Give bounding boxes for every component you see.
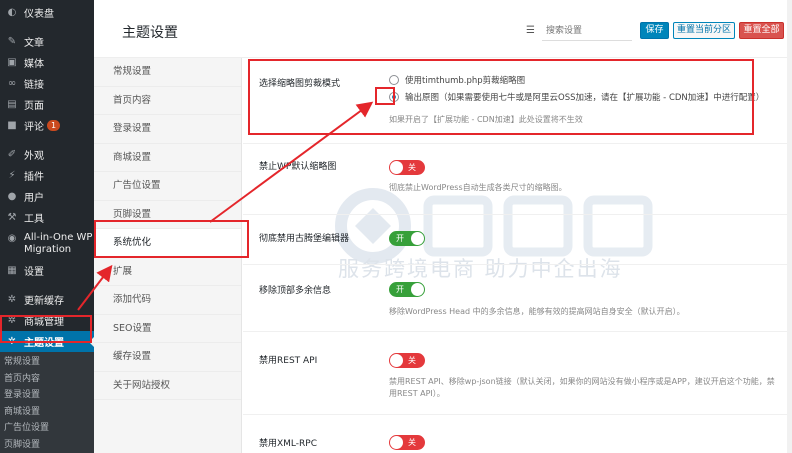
tab-login[interactable]: 登录设置 [94,115,241,144]
submenu-item[interactable]: 登录设置 [0,387,94,404]
head-info-label: 移除顶部多余信息 [259,286,332,296]
head-info-switch[interactable]: 开 [389,282,425,297]
classic-editor-switch[interactable]: 开 [389,231,425,246]
menu-dashboard[interactable]: ◐ 仪表盘 [0,2,94,23]
submenu-item[interactable]: 商城设置 [0,404,94,421]
tab-footer[interactable]: 页脚设置 [94,201,241,229]
tab-shop[interactable]: 商城设置 [94,144,241,172]
disable-thumbs-switch[interactable]: 关 [389,160,425,175]
rest-api-switch[interactable]: 关 [389,353,425,368]
radio-timthumb[interactable] [389,75,399,85]
tab-add-code[interactable]: 添加代码 [94,286,241,315]
menu-pages[interactable]: ▤ 页面 [0,94,94,115]
menu-shop-admin[interactable]: ✲ 商城管理 [0,310,94,331]
gear-icon: ✲ [7,315,17,326]
brush-icon: ✐ [7,149,17,160]
comment-icon: ■ [7,120,17,131]
menu-settings[interactable]: ▦ 设置 [0,260,94,281]
thumb-option-timthumb[interactable]: 使用timthumb.php剪裁缩略图 [389,74,525,86]
reset-section-button[interactable]: 重置当前分区 [673,22,735,39]
menu-appearance[interactable]: ✐ 外观 [0,144,94,165]
media-icon: ▣ [7,57,17,68]
plugin-icon: ⚡ [8,170,16,181]
comment-count-badge: 1 [47,120,61,131]
save-button[interactable]: 保存 [640,22,669,39]
settings-tabs: 常规设置 首页内容 登录设置 商城设置 广告位设置 页脚设置 系统优化 扩展 添… [94,58,242,453]
page-title: 主题设置 [122,25,178,41]
thumb-mode-desc: 如果开启了【扩展功能 - CDN加速】此处设置将不生效 [389,115,583,124]
menu-update-cache[interactable]: ✲ 更新缓存 [0,289,94,310]
link-icon: ∞ [7,78,17,89]
menu-media[interactable]: ▣ 媒体 [0,52,94,73]
xml-rpc-label: 禁用XML-RPC [259,439,317,449]
migration-icon: ◉ [7,232,17,244]
user-icon: ● [7,191,17,202]
thumb-mode-label: 选择缩略图剪裁模式 [259,79,341,89]
submenu-item[interactable]: 首页内容 [0,371,94,388]
radio-original[interactable] [389,92,399,102]
head-info-desc: 移除WordPress Head 中的多余信息，能够有效的提高网站自身安全（默认… [389,307,685,316]
tab-license[interactable]: 关于网站授权 [94,372,241,400]
gear-icon: ✲ [7,294,17,305]
menu-comments[interactable]: ■ 评论 1 [0,115,94,136]
page-icon: ▤ [7,99,17,110]
reset-all-button[interactable]: 重置全部 [739,22,784,39]
menu-migration[interactable]: ◉ All-in-One WP Migration [0,228,94,260]
gear-icon: ✲ [7,336,17,347]
tab-optimization[interactable]: 系统优化 [94,229,241,258]
settings-content: 服务跨境电商 助力中企出海 选择缩略图剪裁模式 使用timthumb.php剪裁… [243,58,787,453]
tab-home[interactable]: 首页内容 [94,87,241,115]
wrench-icon: ⚒ [7,212,17,223]
classic-editor-label: 彻底禁用古腾堡编辑器 [259,234,350,244]
admin-sidebar: ◐ 仪表盘 ✎ 文章 ▣ 媒体 ∞ 链接 ▤ 页面 ■ 评论 1 ✐ 外观 ⚡ 插件 ● 用户 ⚒ 工… [0,0,94,453]
rest-api-label: 禁用REST API [259,356,318,366]
theme-submenu: 常规设置 首页内容 登录设置 商城设置 广告位设置 页脚设置 [0,352,94,453]
search-input[interactable] [542,21,632,41]
menu-posts[interactable]: ✎ 文章 [0,31,94,52]
menu-theme-settings[interactable]: ✲ 主题设置 [0,331,94,352]
theme-settings-panel: 主题设置 ☰ 保存 重置当前分区 重置全部 常规设置 首页内容 登录设置 商城设… [94,0,787,453]
tab-general[interactable]: 常规设置 [94,58,241,87]
menu-tools[interactable]: ⚒ 工具 [0,207,94,228]
menu-users[interactable]: ● 用户 [0,186,94,207]
submenu-item[interactable]: 常规设置 [0,354,94,371]
tab-ads[interactable]: 广告位设置 [94,172,241,201]
submenu-item[interactable]: 广告位设置 [0,420,94,437]
watermark-text: 服务跨境电商 助力中企出海 [338,257,623,281]
thumb-option-original[interactable]: 输出原图（如果需要使用七牛或是阿里云OSS加速，请在【扩展功能 - CDN加速】… [389,91,764,103]
disable-thumbs-label: 禁止WP默认缩略图 [259,162,337,172]
menu-plugins[interactable]: ⚡ 插件 [0,165,94,186]
pin-icon: ✎ [7,36,17,47]
tab-cache[interactable]: 缓存设置 [94,343,241,372]
list-icon[interactable]: ☰ [526,25,535,36]
settings-icon: ▦ [7,265,17,276]
rest-api-desc: 禁用REST API、移除wp-json链接（默认关闭，如果你的网站没有做小程序… [389,377,775,398]
menu-links[interactable]: ∞ 链接 [0,73,94,94]
disable-thumbs-desc: 彻底禁止WordPress自动生成各类尺寸的缩略图。 [389,183,567,192]
settings-header: 主题设置 ☰ 保存 重置当前分区 重置全部 [94,0,787,58]
submenu-item[interactable]: 页脚设置 [0,437,94,453]
xml-rpc-switch[interactable]: 关 [389,435,425,450]
tab-extensions[interactable]: 扩展 [94,258,241,286]
dashboard-icon: ◐ [7,7,17,18]
tab-seo[interactable]: SEO设置 [94,315,241,343]
